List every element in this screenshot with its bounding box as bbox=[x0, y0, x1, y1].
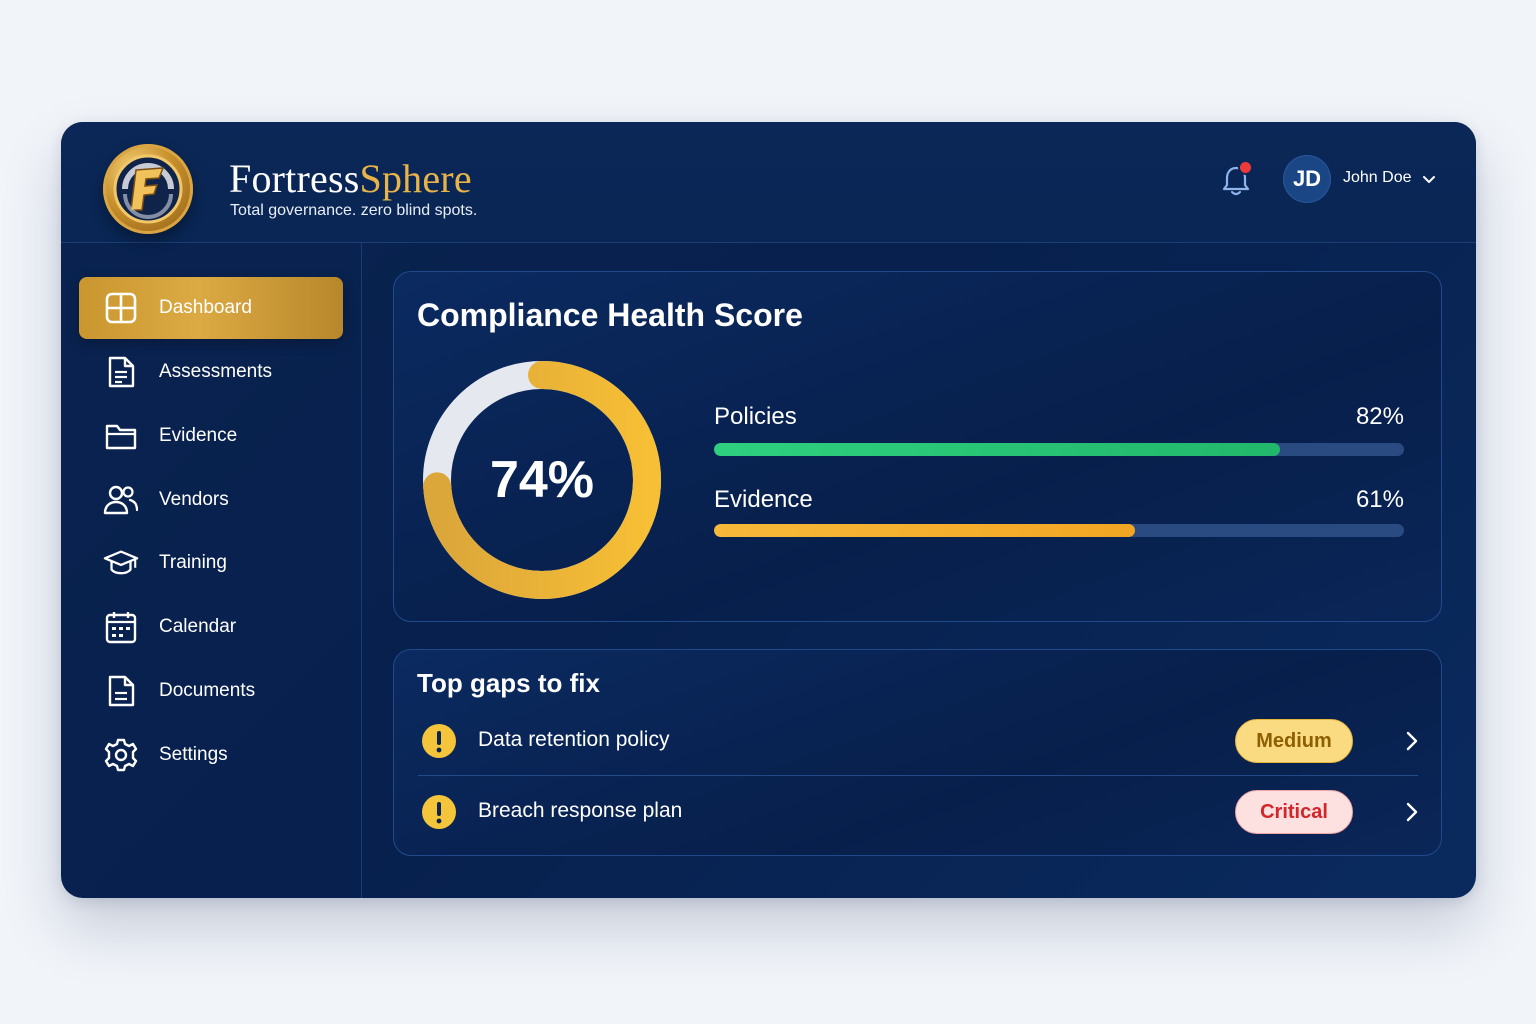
compliance-score-card: Compliance Health Score 74% Policies 82%… bbox=[393, 271, 1442, 622]
metric-evidence-bar-fill bbox=[714, 524, 1135, 537]
sidebar-nav: Dashboard Assessments Evidence Vendors T… bbox=[61, 243, 362, 898]
chevron-right-icon[interactable] bbox=[1403, 730, 1421, 752]
sidebar-item-label: Training bbox=[159, 552, 227, 573]
sidebar-item-dashboard[interactable]: Dashboard bbox=[79, 277, 343, 339]
overall-score-value: 74% bbox=[489, 451, 595, 509]
brand-name: FortressSphere bbox=[229, 155, 472, 202]
metric-evidence-value: 61% bbox=[1355, 486, 1404, 513]
chevron-down-icon[interactable] bbox=[1421, 171, 1437, 187]
top-header: FortressSphere Total governance. zero bl… bbox=[61, 122, 1476, 243]
sidebar-item-label: Calendar bbox=[159, 616, 237, 637]
sidebar-item-label: Evidence bbox=[159, 425, 238, 446]
gap-item-label: Breach response plan bbox=[478, 799, 683, 822]
users-icon bbox=[103, 482, 139, 518]
document-icon bbox=[103, 354, 139, 390]
sidebar-item-label: Dashboard bbox=[159, 297, 252, 318]
notification-badge bbox=[1240, 162, 1251, 173]
sidebar-item-assessments[interactable]: Assessments bbox=[79, 341, 343, 403]
warning-icon bbox=[422, 795, 456, 829]
file-text-icon bbox=[103, 673, 139, 709]
sidebar-item-label: Assessments bbox=[159, 361, 272, 382]
metric-policies-bar bbox=[714, 443, 1404, 456]
gap-divider bbox=[418, 775, 1418, 776]
sidebar-item-training[interactable]: Training bbox=[79, 532, 343, 594]
metric-evidence-label: Evidence bbox=[714, 486, 813, 513]
graduation-cap-icon bbox=[103, 545, 139, 581]
metric-policies-label: Policies bbox=[714, 403, 797, 430]
folder-icon bbox=[103, 418, 139, 454]
user-name[interactable]: John Doe bbox=[1343, 169, 1412, 187]
gear-icon bbox=[103, 737, 139, 773]
sidebar-item-label: Documents bbox=[159, 680, 256, 701]
calendar-icon bbox=[103, 609, 139, 645]
score-card-title: Compliance Health Score bbox=[417, 297, 803, 333]
metric-policies-value: 82% bbox=[1355, 403, 1404, 430]
sidebar-item-label: Vendors bbox=[159, 489, 229, 510]
sidebar-item-documents[interactable]: Documents bbox=[79, 660, 343, 722]
user-avatar[interactable]: JD bbox=[1283, 155, 1331, 203]
metric-policies-bar-fill bbox=[714, 443, 1280, 456]
sidebar-item-label: Settings bbox=[159, 744, 228, 765]
gap-item[interactable]: Data retention policy Medium bbox=[418, 708, 1418, 774]
sidebar-item-calendar[interactable]: Calendar bbox=[79, 596, 343, 658]
metric-evidence-bar bbox=[714, 524, 1404, 537]
severity-badge-critical: Critical bbox=[1235, 790, 1353, 834]
logo-emblem-icon bbox=[103, 144, 193, 234]
severity-badge-medium: Medium bbox=[1235, 719, 1353, 763]
warning-icon bbox=[422, 724, 456, 758]
gap-item[interactable]: Breach response plan Critical bbox=[418, 779, 1418, 845]
app-window: FortressSphere Total governance. zero bl… bbox=[61, 122, 1476, 898]
brand-name-accent: Sphere bbox=[359, 156, 472, 201]
top-gaps-card: Top gaps to fix Data retention policy Me… bbox=[393, 649, 1442, 856]
sidebar-item-evidence[interactable]: Evidence bbox=[79, 405, 343, 467]
chevron-right-icon[interactable] bbox=[1403, 801, 1421, 823]
sidebar-item-vendors[interactable]: Vendors bbox=[79, 469, 343, 531]
brand-name-primary: Fortress bbox=[229, 156, 360, 201]
sidebar-item-settings[interactable]: Settings bbox=[79, 724, 343, 786]
dashboard-grid-icon bbox=[103, 290, 139, 326]
gaps-card-title: Top gaps to fix bbox=[417, 668, 600, 698]
brand-tagline: Total governance. zero blind spots. bbox=[230, 202, 478, 219]
gap-item-label: Data retention policy bbox=[478, 728, 670, 751]
